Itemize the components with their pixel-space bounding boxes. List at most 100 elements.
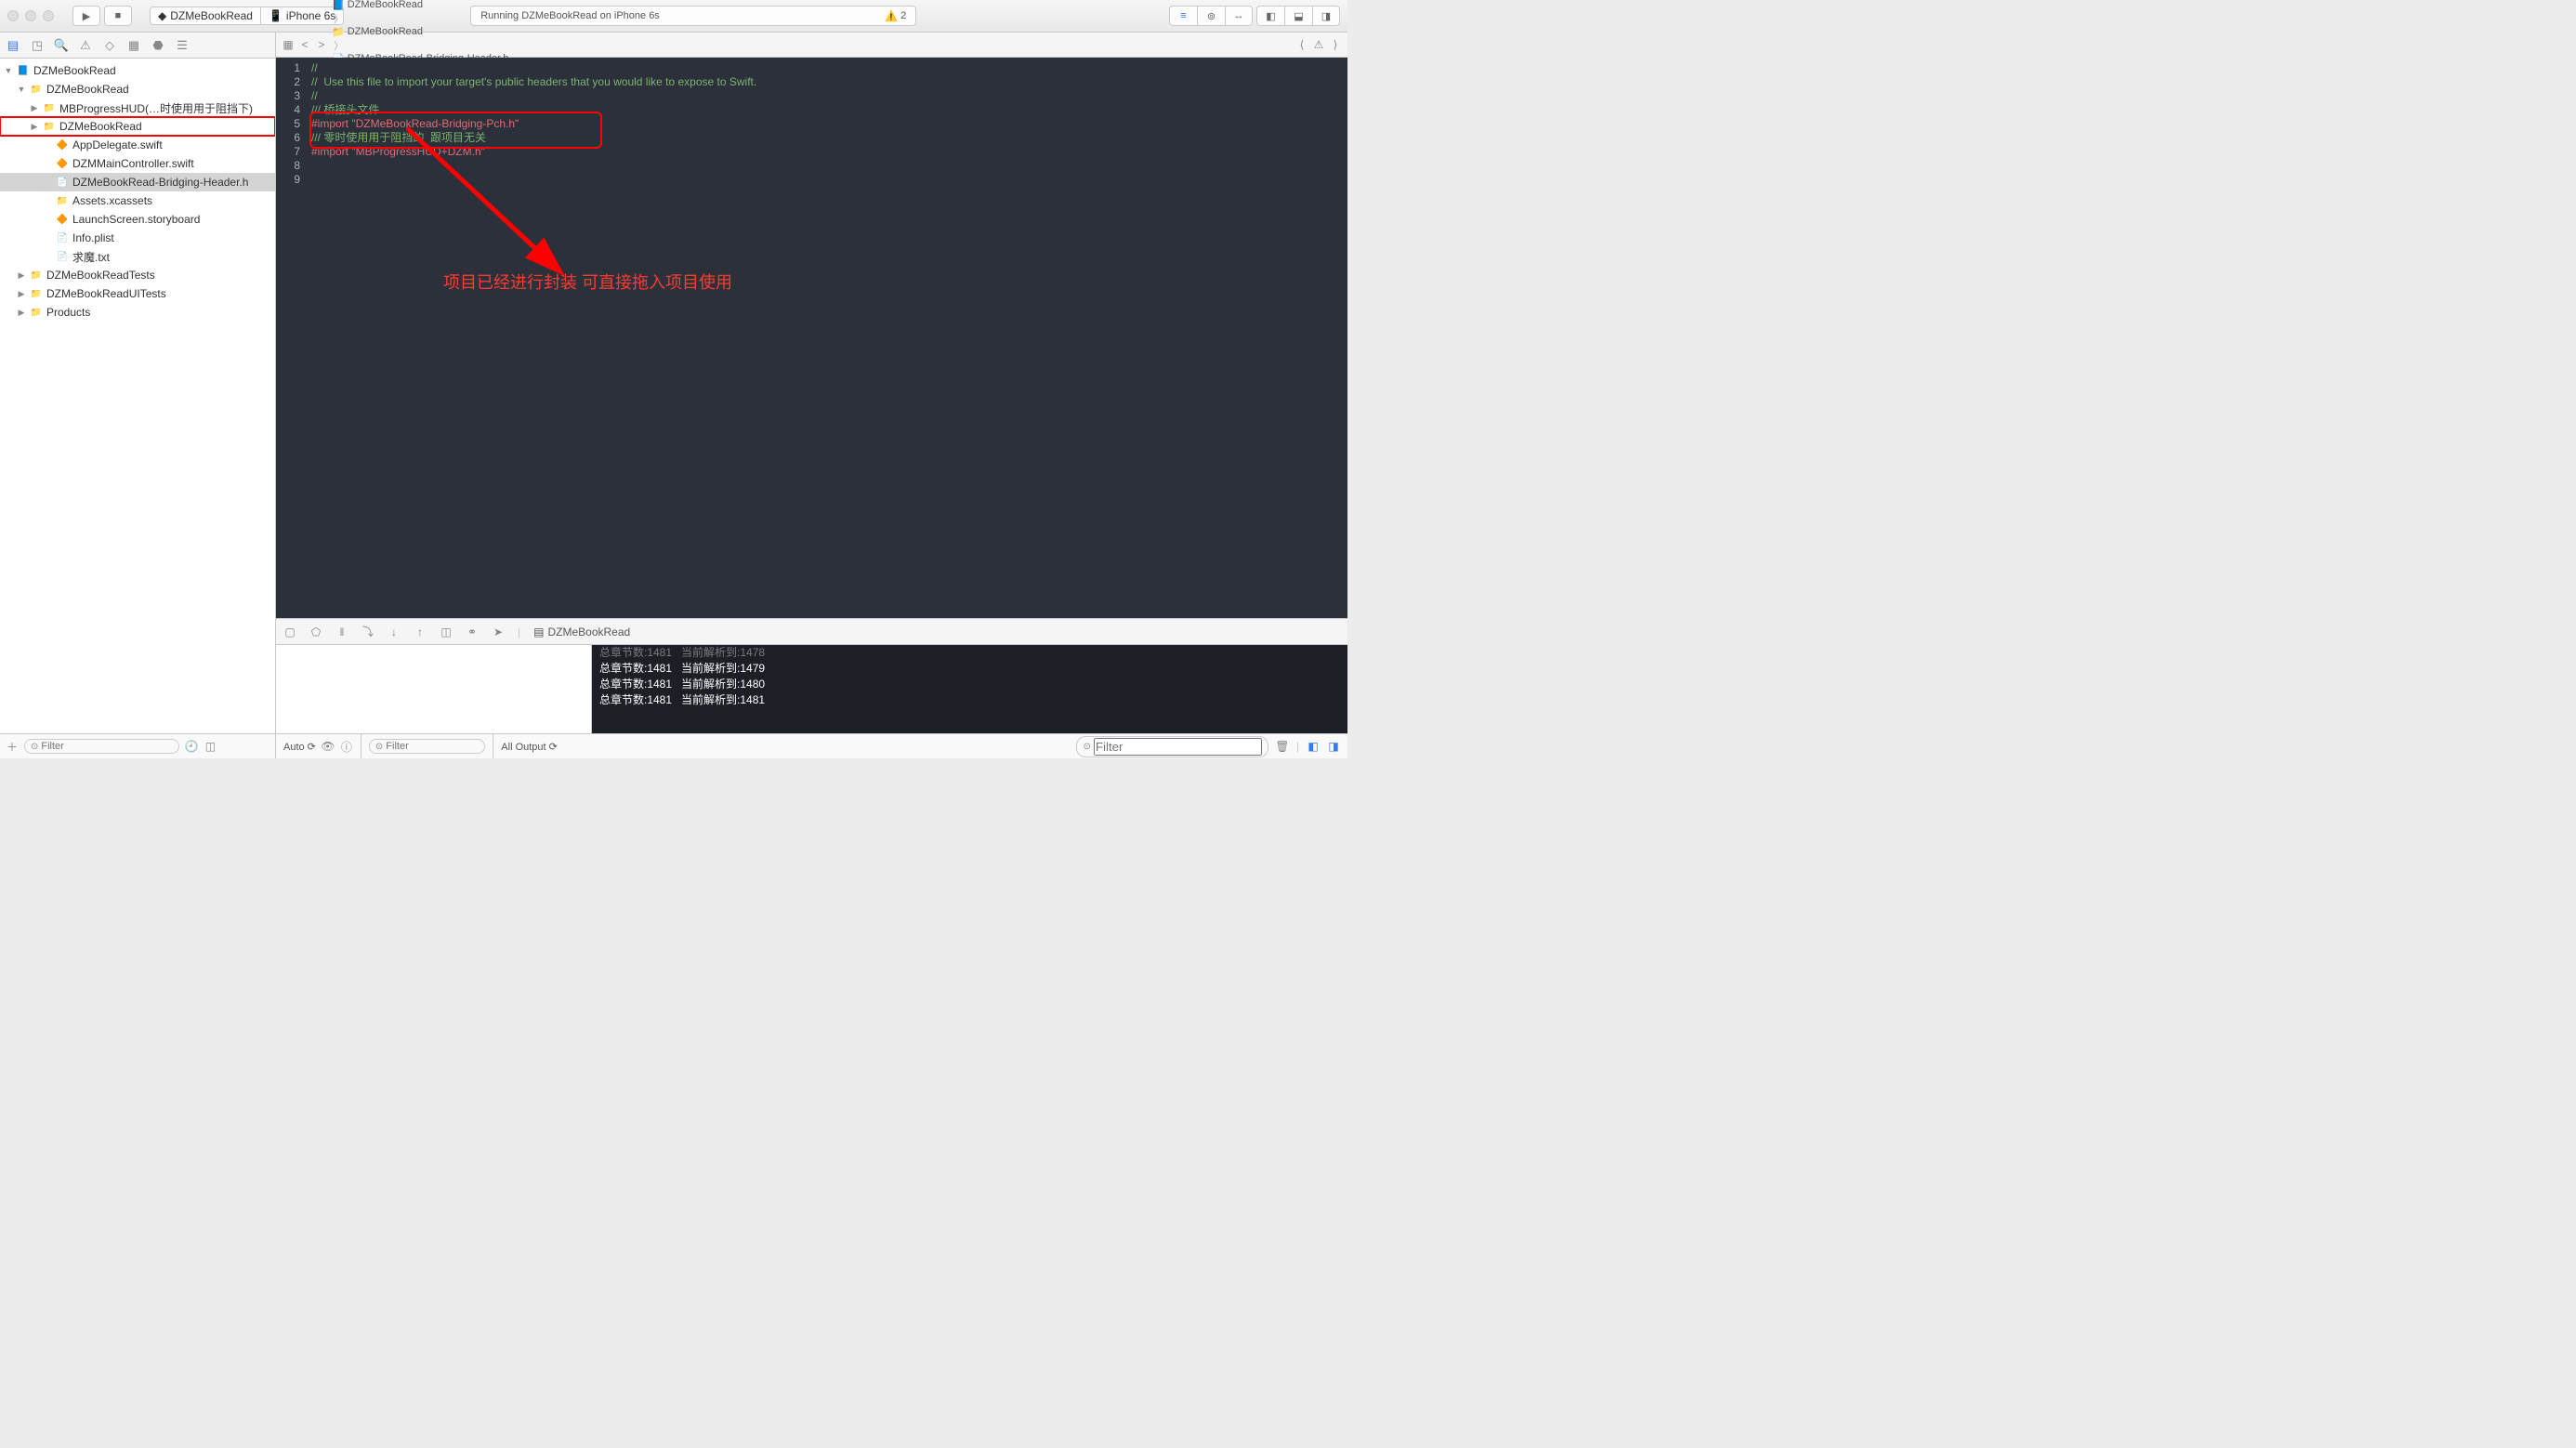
toggle-inspector-button[interactable]: ◨ [1312, 6, 1340, 26]
jump-bar[interactable]: ▦ < > 📘 DZMeBookRead〉📁 DZMeBookRead〉📄 DZ… [276, 33, 1347, 58]
continue-icon[interactable]: ‖ [335, 625, 348, 638]
tree-row[interactable]: 📁Assets.xcassets [0, 191, 275, 210]
variables-view[interactable] [276, 645, 592, 733]
tree-row[interactable]: ▼📁DZMeBookRead [0, 80, 275, 99]
related-items-icon[interactable]: ▦ [282, 38, 295, 51]
issue-icon[interactable]: ⚠ [1312, 38, 1325, 51]
close-window[interactable] [7, 10, 19, 21]
back-button[interactable]: < [298, 38, 311, 51]
zoom-window[interactable] [43, 10, 54, 21]
folder-icon: 📁 [29, 286, 44, 301]
scm-filter-icon[interactable]: ◫ [204, 740, 217, 753]
debug-target[interactable]: ▤DZMeBookRead [533, 625, 630, 638]
breadcrumb-item[interactable]: 📁 DZMeBookRead [332, 26, 508, 38]
navigator-tabs: ▤ ◳ 🔍 ⚠ ◇ ▦ ⬣ ☰ [0, 33, 275, 59]
tree-label: DZMMainController.swift [72, 157, 194, 170]
forward-button[interactable]: > [315, 38, 328, 51]
step-into-icon[interactable]: ↓ [388, 625, 401, 638]
tree-row[interactable]: ▶📁DZMeBookReadUITests [0, 284, 275, 303]
find-nav-tab[interactable]: 🔍 [54, 38, 69, 53]
toggle-navigator-button[interactable]: ◧ [1256, 6, 1284, 26]
swift-icon: 🔶 [55, 138, 70, 152]
project-nav-tab[interactable]: ▤ [6, 38, 20, 53]
stop-button[interactable]: ■ [104, 6, 132, 26]
report-nav-tab[interactable]: ☰ [175, 38, 190, 53]
disclosure-triangle[interactable]: ▶ [17, 289, 26, 299]
tree-row[interactable]: 📄DZMeBookRead-Bridging-Header.h [0, 173, 275, 191]
tree-row[interactable]: 📄Info.plist [0, 229, 275, 247]
disclosure-triangle[interactable]: ▶ [30, 103, 39, 113]
proj-icon: 📘 [16, 63, 31, 78]
tree-label: Products [46, 306, 90, 319]
folder-icon: 📁 [29, 305, 44, 320]
tree-row[interactable]: ▶📁Products [0, 303, 275, 322]
location-icon[interactable]: ➤ [492, 625, 505, 638]
disclosure-triangle[interactable]: ▼ [4, 66, 13, 75]
recent-filter-icon[interactable]: 🕘 [185, 740, 198, 753]
standard-editor-button[interactable]: ≡ [1169, 6, 1197, 26]
filter-icon: ⊙ [1083, 742, 1090, 752]
breakpoint-nav-tab[interactable]: ⬣ [151, 38, 165, 53]
project-tree[interactable]: ▼📘DZMeBookRead▼📁DZMeBookRead▶📁MBProgress… [0, 59, 275, 733]
navigator-filter-bar: ＋ ⊙ 🕘 ◫ [0, 733, 275, 758]
breakpoints-icon[interactable]: ⬠ [309, 625, 322, 638]
folder-icon: 📁 [55, 193, 70, 208]
console-scope[interactable]: All Output ⟳ [501, 741, 558, 753]
hfile-icon: 📄 [55, 175, 70, 190]
variables-scope[interactable]: Auto ⟳ [283, 741, 316, 753]
step-out-icon[interactable]: ↑ [414, 625, 427, 638]
tree-row[interactable]: 🔶DZMMainController.swift [0, 154, 275, 173]
filter-field-wrap: ⊙ [24, 739, 179, 754]
disclosure-triangle[interactable]: ▼ [17, 85, 26, 94]
step-over-icon[interactable]: ⤵ [361, 625, 375, 638]
disclosure-triangle[interactable]: ▶ [17, 270, 26, 281]
breadcrumb-item[interactable]: 📘 DZMeBookRead [332, 0, 508, 11]
issue-nav-tab[interactable]: ⚠ [78, 38, 93, 53]
code-editor[interactable]: 123456789 //// Use this file to import y… [276, 58, 1347, 618]
tree-row[interactable]: 📄求魔.txt [0, 247, 275, 266]
test-nav-tab[interactable]: ◇ [102, 38, 117, 53]
trash-icon[interactable]: 🗑 [1276, 740, 1289, 753]
run-button[interactable]: ▶ [72, 6, 100, 26]
warning-badge[interactable]: ⚠️ 2 [885, 10, 906, 22]
next-issue-icon[interactable]: ⟩ [1329, 38, 1342, 51]
navigator-filter-input[interactable] [41, 741, 173, 752]
view-debug-icon[interactable]: ◫ [440, 625, 453, 638]
console-output[interactable]: 总章节数:1481 当前解析到:1478总章节数:1481 当前解析到:1479… [592, 645, 1347, 733]
tree-row[interactable]: ▶📁DZMeBookRead [0, 117, 275, 136]
tree-label: DZMeBookRead [59, 120, 142, 133]
variables-filter-input[interactable] [386, 741, 479, 752]
tree-label: DZMeBookRead-Bridging-Header.h [72, 176, 248, 189]
info-icon[interactable]: ⓘ [340, 740, 353, 753]
version-editor-button[interactable]: ↔ [1225, 6, 1253, 26]
folder-icon: 📁 [42, 100, 57, 115]
left-pane-toggle[interactable]: ◧ [1307, 740, 1320, 753]
tree-label: DZMeBookReadUITests [46, 287, 166, 300]
memory-graph-icon[interactable]: ⚭ [466, 625, 479, 638]
tree-row[interactable]: 🔶AppDelegate.swift [0, 136, 275, 154]
add-button[interactable]: ＋ [6, 740, 19, 753]
hide-debug-icon[interactable]: ▢ [283, 625, 296, 638]
debug-nav-tab[interactable]: ▦ [126, 38, 141, 53]
filter-icon: ⊙ [375, 742, 383, 752]
console-filter-input[interactable] [1094, 738, 1262, 756]
eye-icon[interactable]: 👁 [322, 740, 335, 753]
debug-toolbar: ▢ ⬠ ‖ ⤵ ↓ ↑ ◫ ⚭ ➤ | ▤DZMeBookRead [276, 618, 1347, 644]
assistant-editor-button[interactable]: ⊚ [1197, 6, 1225, 26]
disclosure-triangle[interactable]: ▶ [17, 308, 26, 318]
prev-issue-icon[interactable]: ⟨ [1295, 38, 1308, 51]
tree-row[interactable]: ▶📁MBProgressHUD(…时使用用于阻挡下) [0, 99, 275, 117]
app-icon: ◆ [158, 9, 166, 22]
symbol-nav-tab[interactable]: ◳ [30, 38, 45, 53]
scheme-selector[interactable]: ◆DZMeBookRead 📱iPhone 6s [150, 7, 344, 25]
right-pane-toggle[interactable]: ◨ [1327, 740, 1340, 753]
minimize-window[interactable] [25, 10, 36, 21]
disclosure-triangle[interactable]: ▶ [30, 122, 39, 132]
tree-row[interactable]: ▼📘DZMeBookRead [0, 61, 275, 80]
toggle-debug-button[interactable]: ⬓ [1284, 6, 1312, 26]
tree-row[interactable]: ▶📁DZMeBookReadTests [0, 266, 275, 284]
hfile-icon: 📄 [55, 230, 70, 245]
tree-row[interactable]: 🔶LaunchScreen.storyboard [0, 210, 275, 229]
annotation-box [309, 112, 602, 149]
folder-icon: 📁 [42, 119, 57, 134]
